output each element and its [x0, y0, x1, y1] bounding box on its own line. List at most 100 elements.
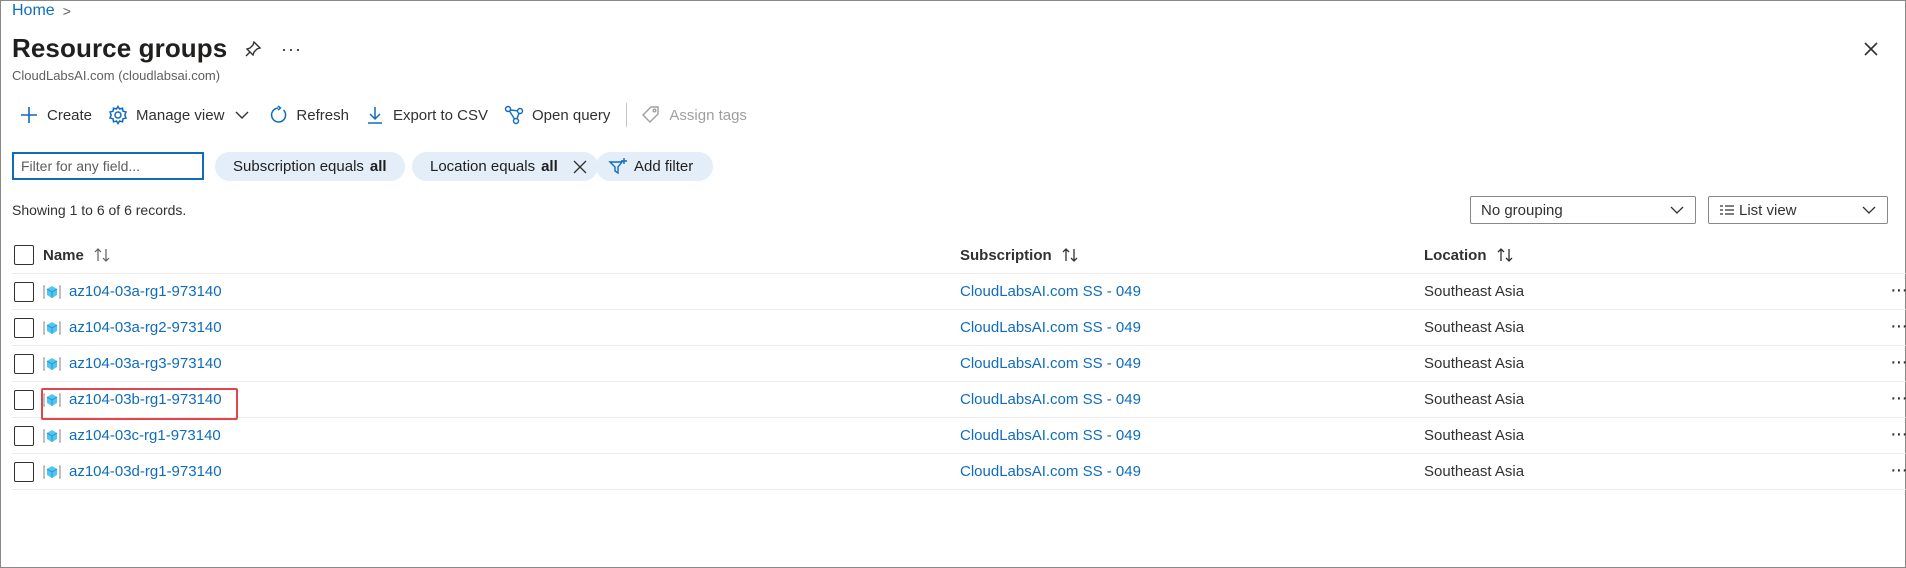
chevron-down-icon — [1862, 206, 1876, 214]
row-checkbox[interactable] — [14, 461, 34, 482]
subscription-link[interactable]: CloudLabsAI.com SS - 049 — [960, 463, 1141, 480]
resource-group-link[interactable]: az104-03c-rg1-973140 — [69, 427, 221, 444]
column-header-location[interactable]: Location — [1424, 247, 1515, 264]
export-csv-label: Export to CSV — [392, 106, 488, 124]
subscription-link[interactable]: CloudLabsAI.com SS - 049 — [960, 355, 1141, 372]
sort-icon — [1497, 248, 1512, 262]
subscription-link[interactable]: CloudLabsAI.com SS - 049 — [960, 391, 1141, 408]
grouping-dropdown[interactable]: No grouping — [1470, 196, 1696, 224]
row-more-icon[interactable]: ··· — [1890, 460, 1906, 480]
grouping-value: No grouping — [1481, 201, 1563, 219]
column-header-name[interactable]: Name — [43, 247, 112, 264]
page-title: Resource groups — [12, 33, 228, 63]
manage-view-button[interactable]: Manage view — [108, 105, 252, 125]
resource-group-link[interactable]: az104-03a-rg3-973140 — [69, 355, 222, 372]
subscription-filter-label: Subscription equals — [233, 158, 364, 175]
subscription-link[interactable]: CloudLabsAI.com SS - 049 — [960, 427, 1141, 444]
column-location-label: Location — [1424, 246, 1487, 264]
add-filter-icon — [608, 157, 627, 174]
resource-group-icon — [43, 464, 61, 479]
resource-group-icon — [43, 428, 61, 443]
subscription-filter-value: all — [369, 158, 387, 175]
subscription-link[interactable]: CloudLabsAI.com SS - 049 — [960, 319, 1141, 336]
open-query-button[interactable]: Open query — [504, 105, 610, 125]
table-row: az104-03b-rg1-973140 CloudLabsAI.com SS … — [12, 382, 1906, 418]
column-header-subscription[interactable]: Subscription — [960, 247, 1080, 264]
resource-group-link[interactable]: az104-03d-rg1-973140 — [69, 463, 222, 480]
resource-group-icon — [43, 320, 61, 335]
subscription-link[interactable]: CloudLabsAI.com SS - 049 — [960, 283, 1141, 300]
column-subscription-label: Subscription — [960, 246, 1052, 264]
pin-icon[interactable] — [243, 39, 263, 59]
breadcrumb-home-link[interactable]: Home — [12, 2, 55, 20]
resource-group-icon — [43, 356, 61, 371]
table-header-row: Name Subscription Location — [12, 237, 1906, 274]
table-row: az104-03a-rg3-973140 CloudLabsAI.com SS … — [12, 346, 1906, 382]
list-view-icon — [1720, 205, 1734, 215]
row-more-icon[interactable]: ··· — [1890, 424, 1906, 444]
name-cell: az104-03a-rg2-973140 — [43, 319, 222, 337]
sort-icon — [94, 248, 110, 262]
location-filter-value: all — [541, 158, 558, 175]
close-icon[interactable] — [1861, 39, 1881, 59]
select-all-checkbox[interactable] — [14, 245, 34, 265]
row-checkbox[interactable] — [14, 317, 34, 338]
resource-group-link[interactable]: az104-03a-rg1-973140 — [69, 283, 222, 300]
refresh-label: Refresh — [296, 106, 349, 124]
row-checkbox[interactable] — [14, 281, 34, 302]
filter-input[interactable] — [12, 152, 204, 180]
more-options-icon[interactable]: ··· — [281, 39, 302, 60]
row-more-icon[interactable]: ··· — [1890, 352, 1906, 372]
view-dropdown[interactable]: List view — [1708, 196, 1888, 224]
create-label: Create — [47, 106, 93, 124]
remove-filter-icon[interactable] — [572, 159, 588, 175]
row-checkbox[interactable] — [14, 425, 34, 446]
table-row: az104-03a-rg1-973140 CloudLabsAI.com SS … — [12, 274, 1906, 310]
toolbar-divider — [626, 103, 628, 127]
manage-view-label: Manage view — [136, 106, 225, 124]
refresh-icon — [271, 105, 287, 123]
table-row: az104-03d-rg1-973140 CloudLabsAI.com SS … — [12, 454, 1906, 490]
assign-tags-button[interactable]: Assign tags — [641, 105, 747, 125]
location-text: Southeast Asia — [1424, 427, 1525, 444]
resource-group-icon — [43, 284, 61, 299]
location-text: Southeast Asia — [1424, 283, 1525, 300]
add-filter-button[interactable]: Add filter — [596, 152, 714, 181]
row-checkbox[interactable] — [14, 389, 34, 410]
location-text: Southeast Asia — [1424, 355, 1525, 372]
resource-groups-table: Name Subscription Location az104-03a-rg1… — [12, 237, 1906, 490]
export-csv-button[interactable]: Export to CSV — [365, 105, 488, 125]
query-graph-icon — [504, 105, 524, 125]
chevron-down-icon — [1670, 206, 1684, 214]
page-subtitle: CloudLabsAI.com (cloudlabsai.com) — [12, 68, 221, 83]
create-button[interactable]: Create — [19, 105, 92, 125]
resource-group-link[interactable]: az104-03a-rg2-973140 — [69, 319, 222, 336]
row-more-icon[interactable]: ··· — [1890, 316, 1906, 336]
location-text: Southeast Asia — [1424, 463, 1525, 480]
assign-tags-label: Assign tags — [669, 106, 747, 124]
row-more-icon[interactable]: ··· — [1890, 280, 1906, 300]
view-selected: List view — [1719, 202, 1797, 219]
column-name-label: Name — [43, 246, 84, 264]
subscription-filter-pill[interactable]: Subscription equals all — [215, 152, 405, 181]
name-cell: az104-03c-rg1-973140 — [43, 427, 221, 445]
table-row: az104-03a-rg2-973140 CloudLabsAI.com SS … — [12, 310, 1906, 346]
plus-icon — [21, 107, 37, 123]
gear-icon — [109, 105, 128, 125]
row-checkbox[interactable] — [14, 353, 34, 374]
breadcrumb-separator: > — [62, 3, 71, 19]
chevron-down-icon — [235, 111, 249, 119]
refresh-button[interactable]: Refresh — [268, 105, 349, 125]
name-cell: az104-03a-rg1-973140 — [43, 283, 222, 301]
row-more-icon[interactable]: ··· — [1890, 388, 1906, 408]
resource-group-link[interactable]: az104-03b-rg1-973140 — [69, 391, 222, 408]
name-cell: az104-03b-rg1-973140 — [43, 391, 222, 409]
table-row: az104-03c-rg1-973140 CloudLabsAI.com SS … — [12, 418, 1906, 454]
location-filter-pill[interactable]: Location equals all — [412, 152, 598, 181]
breadcrumb: Home > — [12, 2, 71, 20]
open-query-label: Open query — [532, 106, 611, 124]
view-value: List view — [1739, 201, 1797, 219]
sort-icon — [1062, 248, 1078, 262]
location-text: Southeast Asia — [1424, 391, 1525, 408]
add-filter-label: Add filter — [634, 158, 694, 175]
